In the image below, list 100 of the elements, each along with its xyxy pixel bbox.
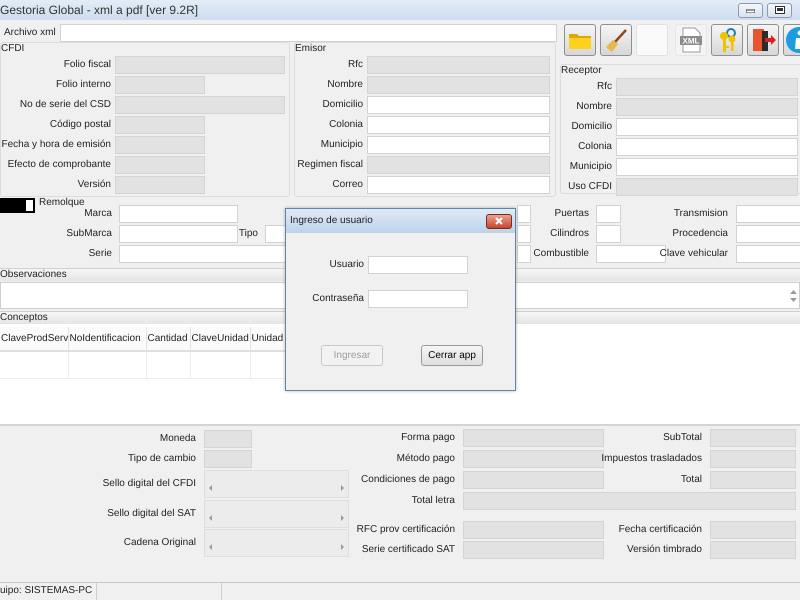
text-field[interactable] [368, 256, 468, 274]
checkbox-label: Remolque [39, 197, 85, 210]
text-field[interactable] [463, 492, 796, 510]
field-label: Sello digital del SAT [106, 508, 197, 520]
column-header[interactable]: Cantidad [146, 327, 190, 351]
keys-button[interactable] [711, 24, 743, 56]
text-field[interactable] [367, 136, 550, 154]
text-field[interactable] [517, 225, 531, 243]
field-label: Condiciones de pago [361, 474, 456, 486]
text-field[interactable] [616, 138, 798, 156]
text-field[interactable] [596, 225, 621, 243]
field-label: Folio fiscal [62, 59, 112, 71]
text-field[interactable] [367, 116, 550, 134]
text-area[interactable] [204, 470, 349, 498]
checkbox[interactable] [0, 198, 35, 213]
field-label: Tipo de cambio [127, 453, 197, 465]
field-label: Efecto de comprobante [6, 159, 112, 171]
field-label: Marca [84, 208, 113, 220]
scroll-up-icon [790, 290, 797, 294]
field-label: Municipio [320, 139, 364, 151]
table-cell [190, 351, 250, 378]
text-field[interactable] [367, 176, 550, 194]
text-field[interactable] [119, 205, 238, 223]
field-label: Nombre [575, 101, 613, 113]
text-field[interactable] [710, 541, 796, 559]
close-button[interactable] [486, 214, 512, 228]
field-label: Procedencia [672, 228, 729, 240]
field-label: Rfc [347, 59, 364, 71]
text-field[interactable] [204, 450, 252, 468]
text-field[interactable] [710, 450, 796, 468]
field-label: Serie certificado SAT [362, 544, 456, 556]
table-cell [0, 351, 68, 378]
text-field[interactable] [463, 428, 604, 446]
text-field[interactable] [368, 290, 468, 308]
field-label: Código postal [48, 119, 112, 131]
text-field[interactable] [204, 430, 252, 448]
scroll-right-icon [341, 515, 344, 521]
scroll-right-icon [341, 485, 344, 491]
field-label: Municipio [568, 161, 613, 173]
column-header[interactable]: NoIdentificacion [68, 327, 146, 351]
folder-button[interactable] [564, 24, 596, 56]
text-field[interactable] [463, 450, 604, 468]
field-label: Total [680, 474, 703, 486]
text-area[interactable] [204, 500, 349, 528]
field-label: Colonia [577, 141, 613, 153]
broom-button[interactable] [600, 24, 632, 56]
field-label: Combustible [533, 248, 590, 260]
field-label: Sello digital del CFDI [102, 478, 197, 490]
field-label: Método pago [396, 452, 456, 464]
text-field[interactable] [119, 225, 238, 243]
text-field[interactable] [710, 521, 796, 539]
field-label: Fecha certificación [618, 524, 703, 536]
field-label: Versión [76, 179, 112, 191]
text-field[interactable] [736, 225, 800, 243]
text-field[interactable] [517, 245, 531, 263]
text-field[interactable] [463, 521, 604, 539]
maximize-button[interactable] [767, 2, 792, 18]
dialog-button[interactable]: Cerrar app [421, 345, 483, 366]
minimize-button[interactable] [738, 2, 763, 18]
field-label: Total letra [412, 494, 456, 506]
field-label: No de serie del CSD [18, 99, 112, 111]
text-field[interactable] [710, 470, 796, 488]
field-label: SubTotal [663, 432, 703, 444]
window-title: Gestoria Global - xml a pdf [ver 9.2R] [0, 2, 198, 18]
field-label: Regimen fiscal [296, 159, 364, 171]
section-title: Observaciones [0, 269, 67, 280]
scroll-left-icon [209, 485, 212, 491]
scroll-left-icon [209, 544, 212, 550]
text-field[interactable] [710, 428, 796, 446]
column-header[interactable]: ClaveUnidad [190, 327, 250, 351]
text-field[interactable] [265, 225, 287, 243]
field-label: Folio interno [54, 79, 112, 91]
text-field[interactable] [616, 158, 798, 176]
field-label: Uso CFDI [567, 181, 613, 193]
door-button[interactable] [747, 24, 779, 56]
text-field[interactable] [60, 24, 557, 42]
minimize-icon [746, 8, 755, 12]
text-field[interactable] [367, 96, 550, 114]
field-label: Correo [331, 179, 364, 191]
text-field[interactable] [736, 205, 800, 223]
group-title: Receptor [561, 65, 603, 77]
scroll-left-icon [209, 515, 212, 521]
text-area[interactable] [204, 529, 349, 557]
text-field[interactable] [463, 470, 604, 488]
text-field[interactable] [736, 245, 800, 263]
field-label: Clave vehicular [660, 248, 729, 260]
text-field[interactable] [517, 205, 531, 223]
field-label: Serie [88, 248, 113, 260]
field-label: Archivo xml [3, 27, 57, 39]
text-field[interactable] [616, 118, 798, 136]
field-label: Contraseña [311, 293, 365, 305]
field-label: Domicilio [570, 121, 613, 133]
column-header[interactable]: ClaveProdServ [0, 327, 68, 351]
field-label: RFC prov certificación [356, 524, 456, 536]
field-label: Colonia [328, 119, 364, 131]
field-label: Cadena Original [122, 537, 197, 549]
column-header[interactable]: Unidad [250, 327, 285, 351]
text-field[interactable] [463, 541, 604, 559]
text-field[interactable] [119, 245, 287, 263]
text-field[interactable] [596, 205, 621, 223]
